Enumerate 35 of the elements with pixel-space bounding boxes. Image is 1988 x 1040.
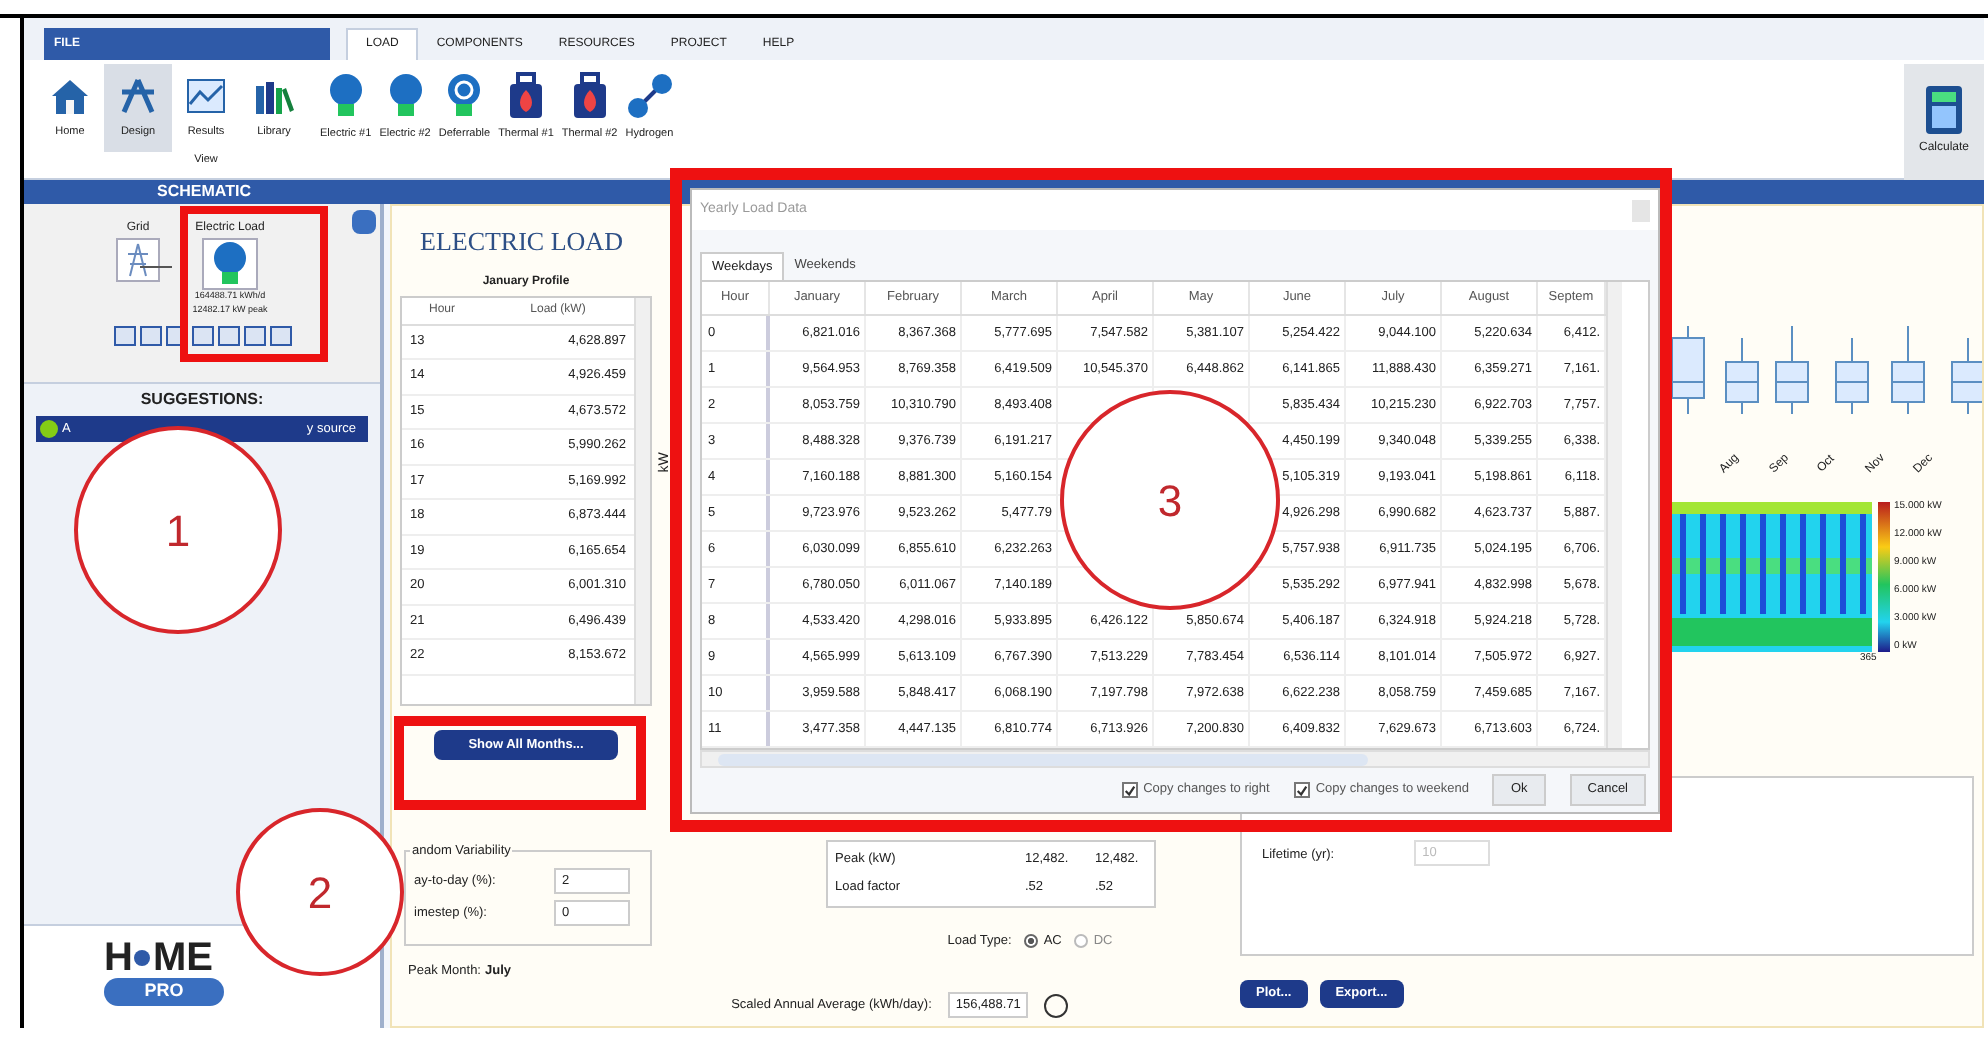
scrollbar[interactable] — [1606, 282, 1622, 748]
bulb-icon — [387, 72, 424, 121]
compass-icon — [116, 74, 160, 119]
info-icon — [40, 420, 58, 438]
callout-number: 1 — [165, 503, 191, 559]
flame-icon — [505, 72, 546, 121]
scrollbar[interactable] — [634, 297, 650, 703]
scrollbar[interactable] — [700, 750, 1650, 768]
check-icon — [1295, 783, 1308, 797]
refresh-button[interactable] — [352, 210, 376, 234]
grid-node[interactable] — [116, 238, 160, 282]
toolbar-icon[interactable] — [191, 325, 213, 345]
panel-title: ELECTRIC LOAD — [420, 224, 625, 260]
load-node[interactable] — [202, 238, 258, 290]
suggestions-title: SUGGESTIONS: — [140, 388, 264, 412]
molecule-icon — [625, 72, 674, 121]
callout-number: 2 — [307, 865, 333, 921]
bulb-icon — [446, 72, 483, 121]
logo-badge: PRO — [104, 978, 224, 1005]
tower-icon — [126, 242, 150, 278]
chart-icon — [184, 74, 228, 119]
calculator-icon — [1926, 86, 1962, 134]
house-icon — [48, 74, 92, 119]
check-icon — [1123, 783, 1136, 797]
bulb-icon — [327, 72, 364, 121]
callout-number: 3 — [1157, 473, 1183, 529]
lock-icon[interactable] — [1044, 993, 1069, 1017]
bulb-icon — [212, 240, 248, 288]
section-title: SCHEMATIC — [155, 180, 253, 204]
toolbar-icon[interactable] — [113, 325, 135, 345]
toolbar-icon[interactable] — [139, 325, 161, 345]
toolbar-icon[interactable] — [243, 325, 265, 345]
toolbar-icon[interactable] — [269, 325, 291, 345]
toolbar-icon[interactable] — [217, 325, 239, 345]
flame-icon — [569, 72, 610, 121]
